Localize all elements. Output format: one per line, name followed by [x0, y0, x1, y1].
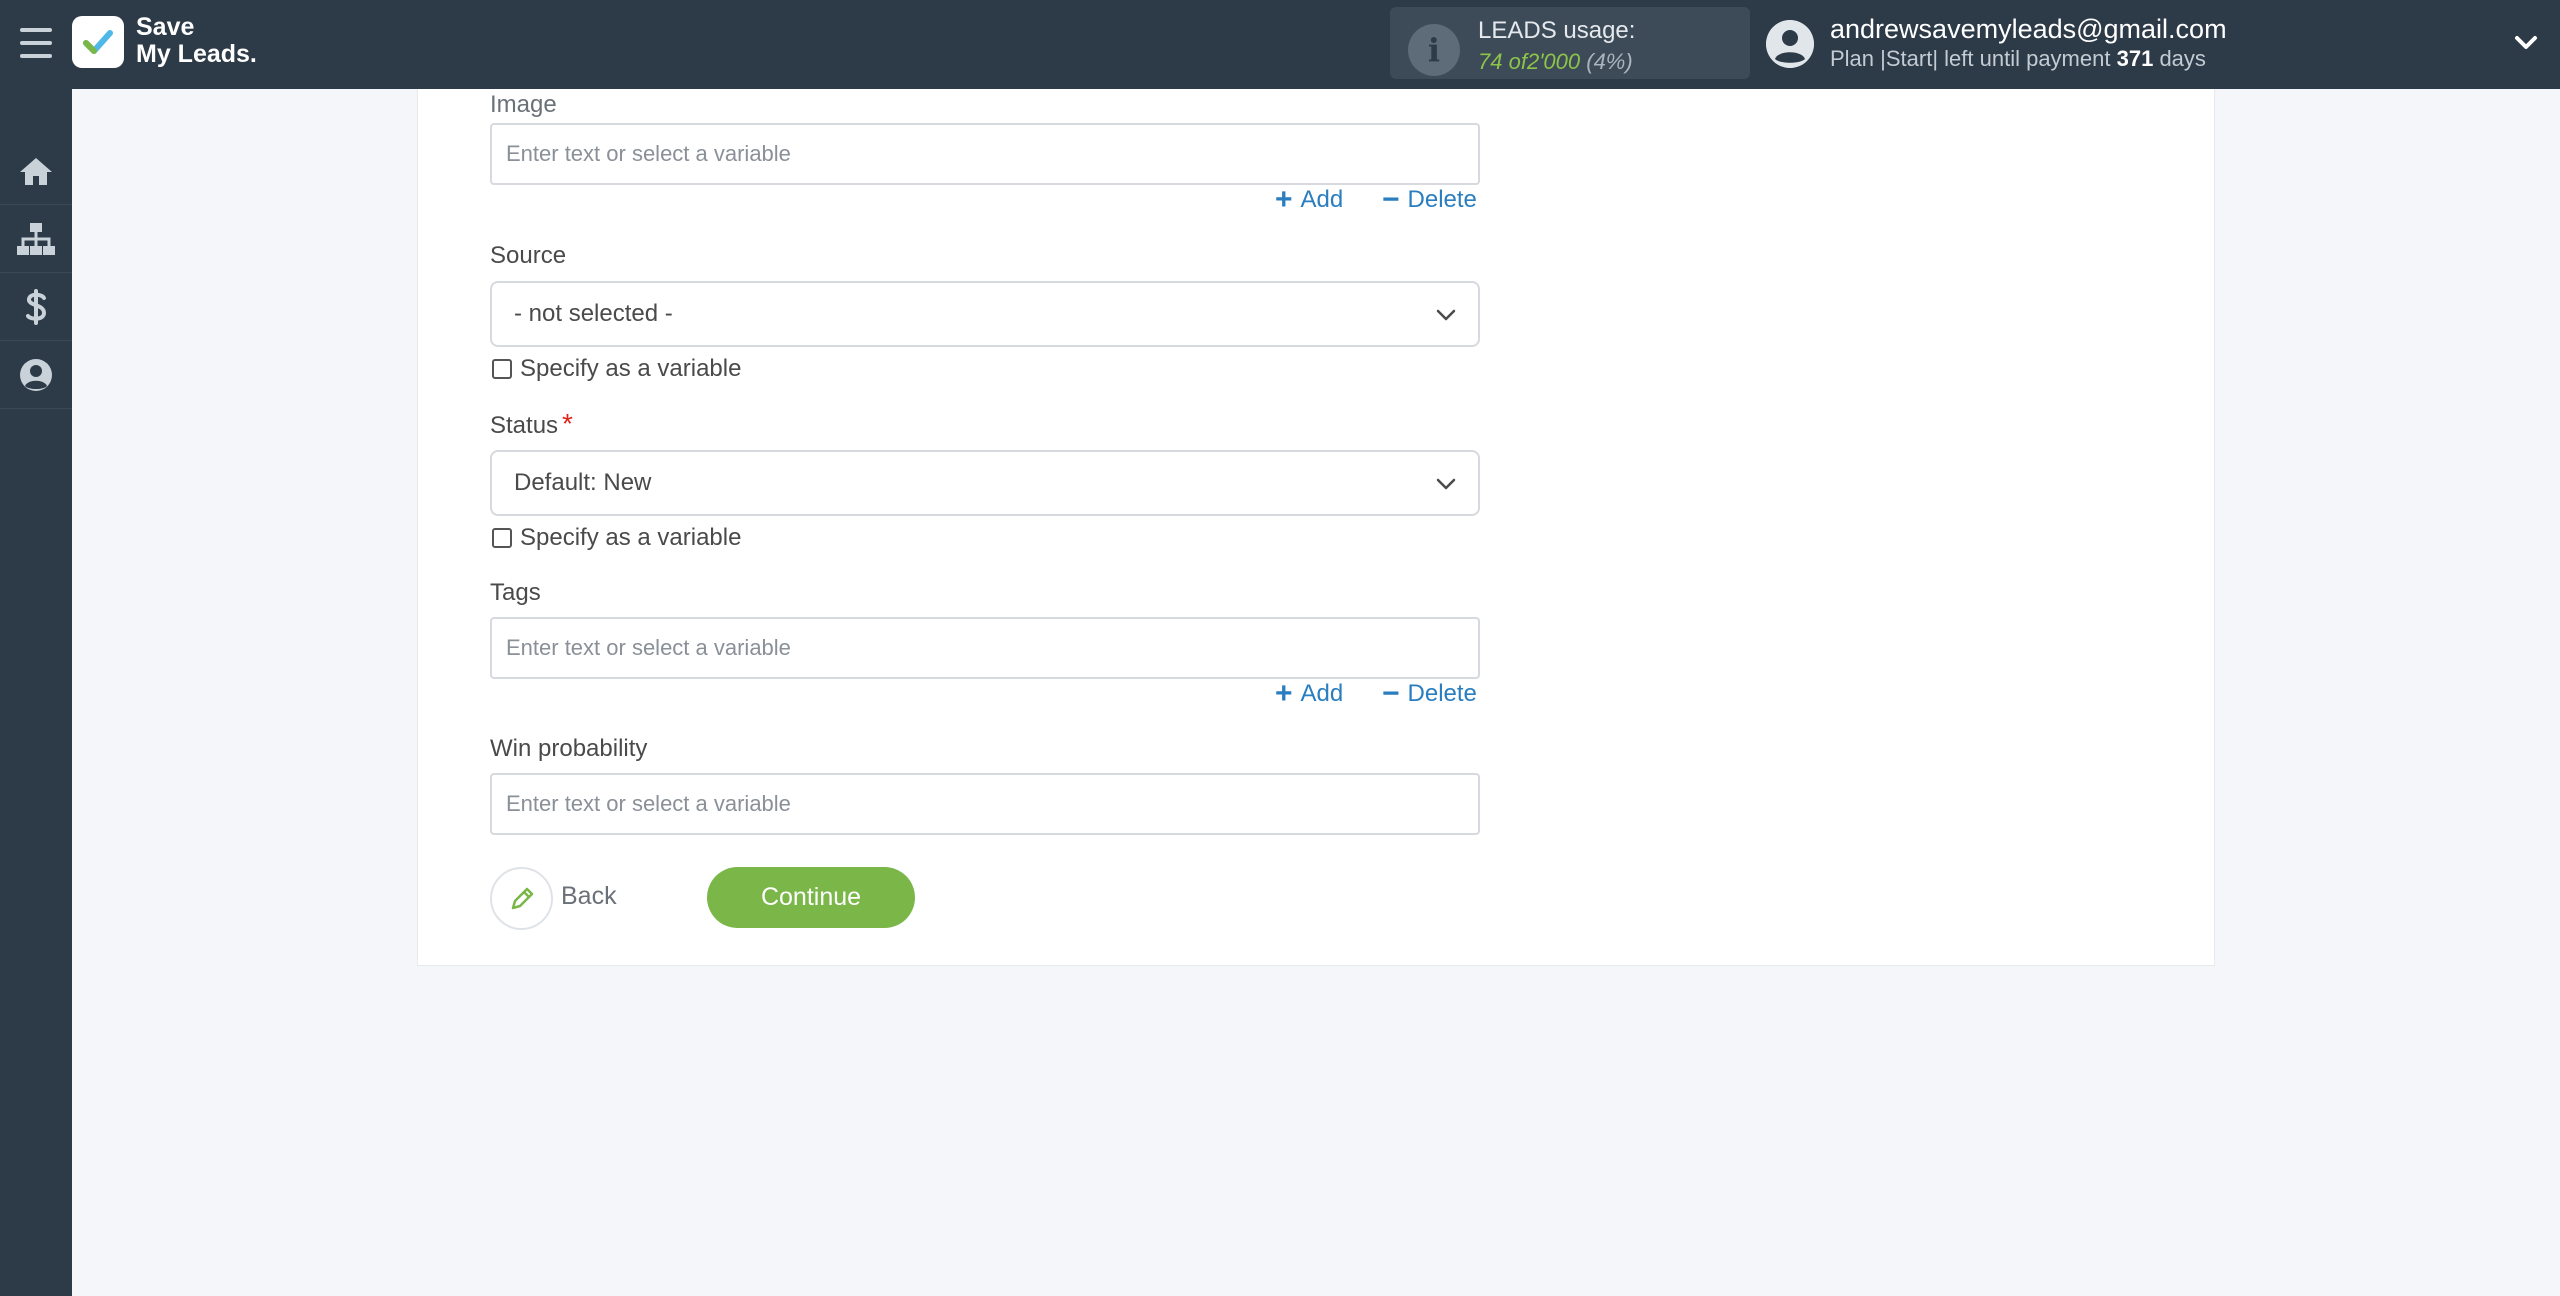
logo-icon[interactable]	[72, 16, 124, 68]
source-select[interactable]: - not selected -	[490, 281, 1480, 347]
user-email[interactable]: andrewsavemyleads@gmail.com	[1830, 14, 2227, 45]
required-marker: *	[562, 408, 573, 439]
usage-limit: 2'000	[1526, 49, 1581, 74]
sidebar-item-billing[interactable]	[0, 273, 72, 341]
chevron-down-icon	[1436, 309, 1456, 321]
tags-add-button[interactable]: + Add	[1275, 677, 1344, 710]
add-label: Add	[1300, 186, 1344, 213]
home-icon	[20, 157, 52, 185]
status-specify-variable-checkbox[interactable]: Specify as a variable	[492, 524, 741, 552]
delete-label: Delete	[1407, 680, 1477, 707]
continue-button[interactable]: Continue	[707, 867, 915, 928]
sidebar-item-account[interactable]	[0, 341, 72, 409]
status-select[interactable]: Default: New	[490, 450, 1480, 516]
source-specify-variable-checkbox[interactable]: Specify as a variable	[492, 355, 741, 383]
leads-usage-panel: i LEADS usage: 74 of2'000 (4%)	[1390, 7, 1750, 79]
checkbox-box[interactable]	[492, 528, 512, 548]
top-bar: Save My Leads. i LEADS usage: 74 of2'000…	[0, 0, 2560, 89]
image-delete-button[interactable]: − Delete	[1382, 183, 1477, 216]
user-plan: Plan |Start| left until payment 371 days	[1830, 46, 2206, 72]
tags-label: Tags	[490, 579, 541, 606]
tags-delete-button[interactable]: − Delete	[1382, 677, 1477, 710]
source-selected-value: - not selected -	[514, 300, 673, 327]
plus-icon: +	[1275, 677, 1293, 710]
specify-variable-label: Specify as a variable	[520, 524, 742, 551]
usage-title: LEADS usage:	[1478, 17, 1636, 44]
usage-of: of	[1508, 49, 1527, 74]
sidebar-item-home[interactable]	[0, 137, 72, 205]
sitemap-icon	[17, 222, 55, 255]
avatar-icon[interactable]	[1766, 20, 1814, 68]
logo-line-1: Save	[136, 13, 195, 41]
plan-text: Plan |Start| left until payment	[1830, 46, 2111, 71]
dollar-icon	[26, 288, 47, 325]
tags-input[interactable]	[490, 617, 1480, 679]
status-selected-value: Default: New	[514, 469, 652, 496]
logo-line-2: My Leads.	[136, 40, 257, 68]
chevron-down-icon[interactable]	[2510, 26, 2542, 58]
menu-hamburger-icon[interactable]	[20, 28, 52, 58]
plan-days-suffix: days	[2159, 46, 2206, 71]
checkbox-box[interactable]	[492, 359, 512, 379]
win-probability-input[interactable]	[490, 773, 1480, 835]
status-label: Status *	[490, 408, 573, 440]
plan-days-left: 371	[2116, 46, 2154, 71]
image-add-button[interactable]: + Add	[1275, 183, 1344, 216]
logo-text[interactable]: Save My Leads.	[136, 14, 257, 68]
win-probability-label: Win probability	[490, 735, 648, 762]
back-button[interactable]	[490, 867, 553, 930]
back-label[interactable]: Back	[561, 882, 617, 911]
delete-label: Delete	[1407, 186, 1477, 213]
source-label: Source	[490, 242, 567, 269]
plus-icon: +	[1275, 183, 1293, 216]
image-input[interactable]	[490, 123, 1480, 185]
minus-icon: −	[1382, 183, 1400, 216]
user-circle-icon	[20, 358, 52, 391]
status-label-text: Status	[490, 412, 559, 439]
sidebar-item-connections[interactable]	[0, 205, 72, 273]
usage-percent: (4%)	[1586, 49, 1633, 74]
usage-value: 74 of2'000 (4%)	[1478, 49, 1633, 75]
usage-used: 74	[1478, 49, 1503, 74]
add-label: Add	[1300, 680, 1344, 707]
specify-variable-label: Specify as a variable	[520, 355, 742, 382]
pencil-icon	[511, 887, 533, 909]
minus-icon: −	[1382, 677, 1400, 710]
chevron-down-icon	[1436, 478, 1456, 490]
sidebar	[0, 89, 72, 1296]
image-label: Image	[490, 91, 557, 118]
info-icon: i	[1408, 24, 1460, 76]
